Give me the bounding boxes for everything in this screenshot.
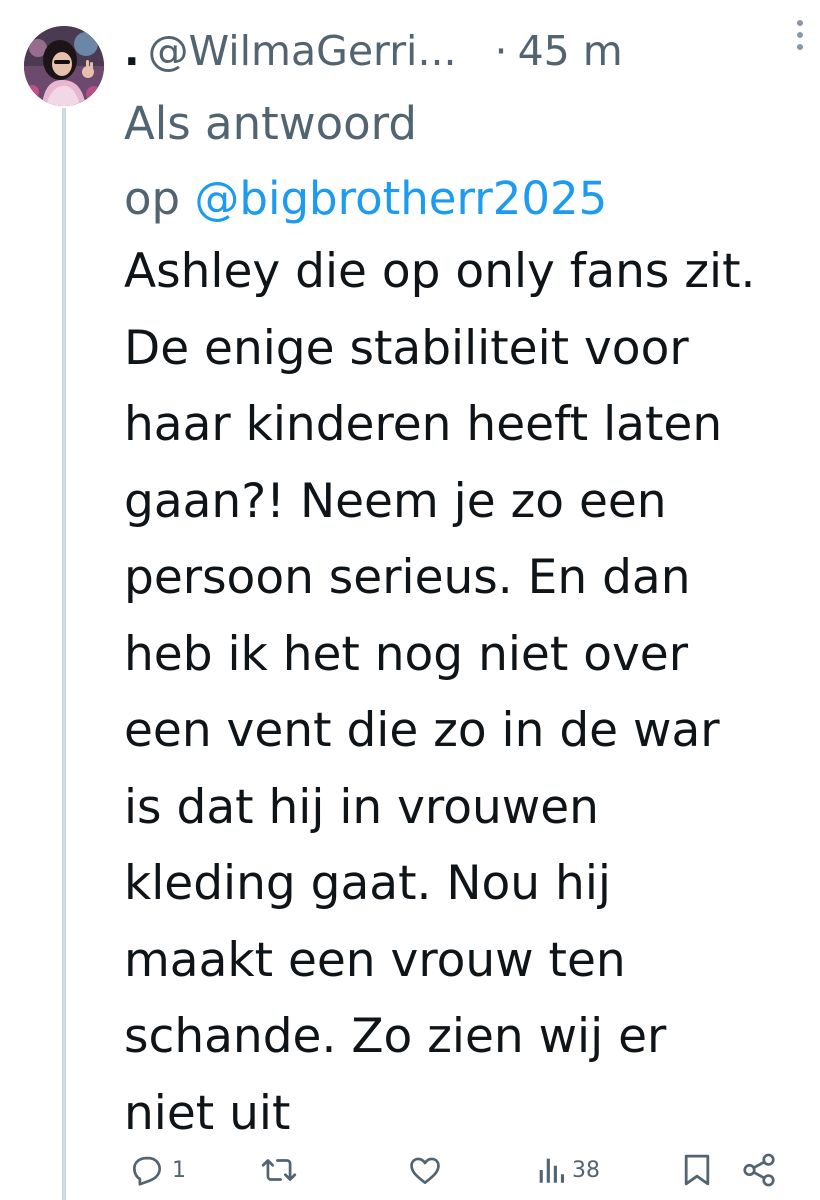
more-dot-icon xyxy=(797,20,803,26)
avatar[interactable] xyxy=(24,26,104,106)
more-options-button[interactable] xyxy=(782,20,818,50)
tweet-text-line: maakt een vrouw ten xyxy=(124,932,626,988)
retweet-button[interactable] xyxy=(260,1150,304,1190)
tweet-text-line: heb ik het nog niet over xyxy=(124,626,689,682)
like-button[interactable] xyxy=(406,1150,450,1190)
tweet-text-line: is dat hij in vrouwen xyxy=(124,779,599,835)
tweet-timestamp[interactable]: 45 m xyxy=(518,18,623,84)
header-separator: · xyxy=(494,27,508,75)
tweet-text-line: kleding gaat. Nou hij xyxy=(124,856,611,911)
thread-line xyxy=(62,108,66,1200)
retweet-icon xyxy=(261,1159,297,1181)
more-dot-icon xyxy=(797,44,803,50)
reply-context: Als antwoord op @bigbrotherr2025 xyxy=(124,86,804,236)
author-handle[interactable]: @WilmaGerri... xyxy=(148,18,457,84)
reply-icon xyxy=(132,1156,162,1186)
views-icon xyxy=(539,1158,565,1183)
views-count: 38 xyxy=(572,1157,600,1183)
reply-count: 1 xyxy=(172,1157,186,1183)
reply-mention-link[interactable]: @bigbrotherr2025 xyxy=(194,172,607,225)
reply-context-line2: op @bigbrotherr2025 xyxy=(124,161,804,236)
more-dot-icon xyxy=(797,32,803,38)
reply-context-op: op xyxy=(124,172,195,225)
avatar-image xyxy=(24,26,104,106)
tweet-actions-bar: 1 38 xyxy=(124,1146,814,1196)
bookmark-button[interactable] xyxy=(680,1150,714,1190)
share-button[interactable] xyxy=(740,1150,778,1190)
tweet-text: Ashley die op only fans zit. De enige st… xyxy=(124,234,814,1152)
reply-button[interactable]: 1 xyxy=(128,1150,186,1190)
tweet-text-line: gaan?! Neem je zo een xyxy=(124,473,667,529)
tweet-text-line: De enige stabiliteit voor xyxy=(124,320,689,376)
author-name[interactable]: . xyxy=(124,18,140,84)
tweet-text-line: schande. Zo zien wij er xyxy=(124,1009,667,1064)
tweet-text-line: een vent die zo in de war xyxy=(124,703,720,758)
bookmark-icon xyxy=(684,1154,710,1186)
tweet-text-line: haar kinderen heeft laten xyxy=(124,397,723,452)
tweet-text-line: Ashley die op only fans zit. xyxy=(124,244,756,299)
tweet-header: . @WilmaGerri... · 45 m xyxy=(124,18,804,84)
reply-context-prefix: Als antwoord xyxy=(124,97,417,150)
tweet-text-line: niet uit xyxy=(124,1085,291,1141)
heart-icon xyxy=(410,1157,440,1185)
views-button[interactable]: 38 xyxy=(536,1150,600,1190)
share-icon xyxy=(743,1153,775,1187)
tweet-text-line: persoon serieus. En dan xyxy=(124,550,691,605)
